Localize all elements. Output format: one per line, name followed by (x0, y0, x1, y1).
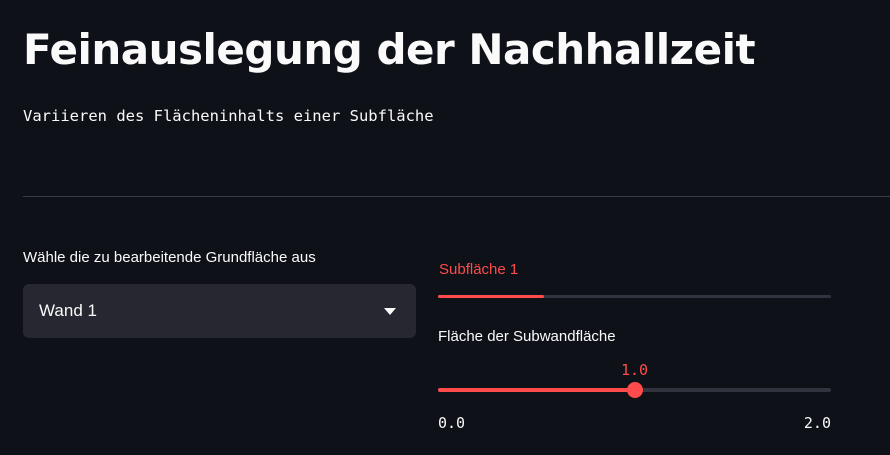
slider-fill (438, 388, 635, 392)
subflaeche-tabs: Subfläche 1 (438, 256, 831, 298)
slider-max-value: 2.0 (803, 414, 831, 432)
chevron-down-icon[interactable] (384, 308, 396, 315)
slider-min-value: 0.0 (438, 414, 466, 432)
section-divider (23, 196, 890, 197)
tab-subflaeche-1-label: Subfläche 1 (439, 261, 519, 278)
flaeche-slider: 1.0 0.0 2.0 (438, 355, 831, 432)
slider-current-value: 1.0 (620, 361, 649, 379)
tab-subflaeche-1[interactable]: Subfläche 1 (438, 256, 544, 298)
grundflaeche-select[interactable]: Wand 1 (23, 284, 416, 338)
page-subtitle: Variieren des Flächeninhalts einer Subfl… (23, 107, 434, 125)
slider-thumb[interactable] (626, 382, 643, 398)
grundflaeche-select-value: Wand 1 (39, 301, 97, 320)
app-page: Feinauslegung der Nachhallzeit Variieren… (0, 0, 890, 455)
slider-label: Fläche der Subwandfläche (438, 328, 616, 345)
page-title: Feinauslegung der Nachhallzeit (23, 25, 756, 74)
active-tab-indicator (438, 295, 544, 298)
grundflaeche-select-label: Wähle die zu bearbeitende Grundfläche au… (23, 249, 316, 266)
